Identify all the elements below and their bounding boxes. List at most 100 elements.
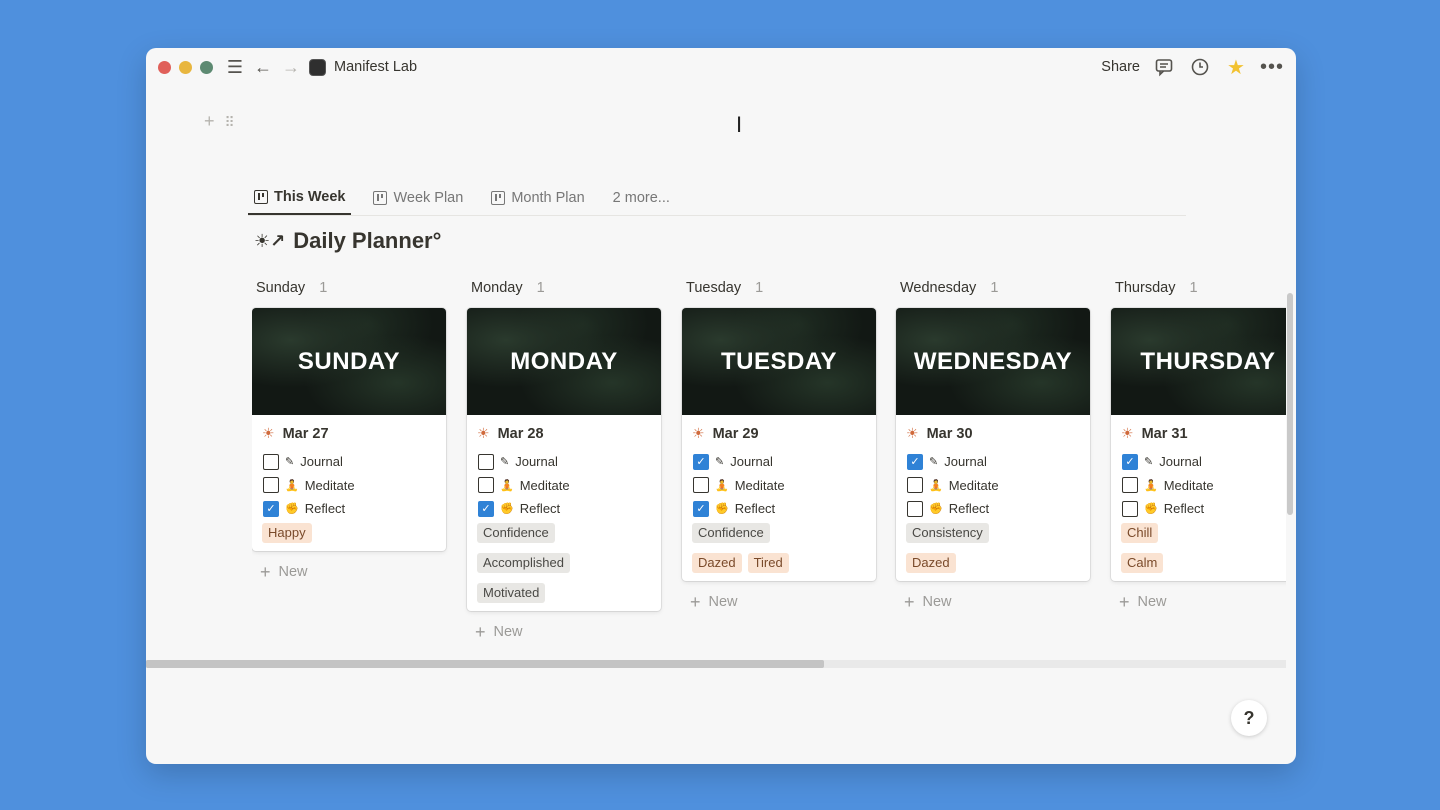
todo-label: Reflect bbox=[948, 501, 990, 517]
tab-label: Month Plan bbox=[511, 189, 585, 206]
mood-tag: Consistency bbox=[906, 522, 989, 543]
planner-card[interactable]: WEDNESDAY ☀ Mar 30 ✓ ✎ Journal 🧘 Meditate ✊ Refle… bbox=[896, 308, 1090, 581]
todo-checkbox[interactable] bbox=[263, 477, 279, 494]
todo-label: Journal bbox=[300, 454, 343, 470]
plus-icon: + bbox=[260, 561, 271, 582]
card-cover: THURSDAY bbox=[1111, 308, 1286, 415]
todo-checkbox[interactable]: ✓ bbox=[1122, 453, 1138, 470]
todo-meditate: 🧘 Meditate bbox=[906, 474, 1080, 498]
todo-label: Meditate bbox=[519, 477, 570, 493]
share-button[interactable]: Share bbox=[1101, 59, 1140, 75]
mood-tag: Confidence bbox=[477, 522, 555, 543]
card-date-text: Mar 27 bbox=[282, 425, 329, 442]
card-cover: MONDAY bbox=[467, 308, 661, 415]
todo-label: Journal bbox=[730, 454, 773, 470]
planner-card[interactable]: SUNDAY ☀ Mar 27 ✎ Journal 🧘 Meditate ✓ ✊ Reflect H… bbox=[252, 308, 446, 551]
back-arrow-icon[interactable]: ← bbox=[251, 55, 275, 79]
column-header: Sunday 1 bbox=[252, 276, 446, 300]
todo-checkbox[interactable]: ✓ bbox=[263, 500, 279, 517]
todo-checkbox[interactable] bbox=[263, 453, 279, 470]
breadcrumb[interactable]: Manifest Lab bbox=[309, 58, 417, 76]
plus-icon: + bbox=[690, 591, 701, 612]
star-icon[interactable]: ★ bbox=[1224, 55, 1248, 79]
tab-2[interactable]: Month Plan bbox=[485, 180, 590, 215]
add-new-card-button[interactable]: + New bbox=[467, 623, 661, 641]
todo-checkbox[interactable] bbox=[693, 477, 709, 494]
column-count: 1 bbox=[536, 280, 545, 296]
todo-checkbox[interactable]: ✓ bbox=[907, 453, 923, 470]
forward-arrow-icon[interactable]: → bbox=[279, 55, 303, 79]
todo-checkbox[interactable] bbox=[907, 500, 923, 517]
add-new-card-button[interactable]: + New bbox=[1111, 593, 1286, 611]
card-date-text: Mar 31 bbox=[1141, 425, 1188, 442]
zoom-window-button[interactable] bbox=[200, 60, 213, 74]
card-date-text: Mar 30 bbox=[926, 425, 973, 442]
board-view-icon bbox=[491, 190, 506, 205]
tab-3[interactable]: 2 more... bbox=[607, 180, 676, 215]
card-date: ☀ Mar 31 bbox=[1121, 425, 1286, 442]
todo-checkbox[interactable] bbox=[478, 477, 494, 494]
card-body: ☀ Mar 30 ✓ ✎ Journal 🧘 Meditate ✊ Reflect Consist… bbox=[896, 415, 1090, 581]
horizontal-scrollbar-thumb[interactable] bbox=[146, 660, 824, 668]
new-label: New bbox=[1137, 593, 1167, 610]
mood-tags: Confidence Accomplished Motivated bbox=[477, 522, 651, 603]
card-date-text: Mar 29 bbox=[712, 425, 759, 442]
todo-reflect: ✓ ✊ Reflect bbox=[477, 497, 651, 521]
column-name: Sunday bbox=[256, 280, 306, 296]
mood-tag: Accomplished bbox=[477, 552, 570, 573]
sun-icon: ☀ bbox=[477, 425, 490, 441]
meditate-icon: 🧘 bbox=[929, 479, 943, 492]
mood-tag: Chill bbox=[1121, 522, 1159, 543]
column-count: 1 bbox=[755, 280, 764, 296]
help-button[interactable]: ? bbox=[1231, 700, 1267, 736]
add-new-card-button[interactable]: + New bbox=[682, 593, 876, 611]
tab-1[interactable]: Week Plan bbox=[367, 180, 469, 215]
horizontal-scrollbar[interactable] bbox=[146, 660, 1286, 668]
reflect-icon: ✊ bbox=[715, 503, 729, 516]
todo-reflect: ✊ Reflect bbox=[1121, 497, 1286, 521]
vertical-scrollbar[interactable] bbox=[1287, 293, 1293, 515]
todo-journal: ✎ Journal bbox=[262, 450, 436, 474]
planner-card[interactable]: MONDAY ☀ Mar 28 ✎ Journal 🧘 Meditate ✓ ✊ Reflect C… bbox=[467, 308, 661, 611]
add-new-card-button[interactable]: + New bbox=[896, 593, 1090, 611]
close-window-button[interactable] bbox=[158, 60, 171, 74]
reflect-icon: ✊ bbox=[929, 503, 943, 516]
plus-icon: + bbox=[904, 591, 915, 612]
add-block-icon[interactable]: + bbox=[204, 111, 215, 133]
todo-checkbox[interactable] bbox=[1122, 500, 1138, 517]
todo-label: Journal bbox=[944, 454, 987, 470]
todo-checkbox[interactable]: ✓ bbox=[693, 500, 709, 517]
todo-checkbox[interactable]: ✓ bbox=[478, 500, 494, 517]
comment-icon[interactable] bbox=[1152, 55, 1176, 79]
todo-checkbox[interactable] bbox=[1122, 477, 1138, 494]
column-count: 1 bbox=[319, 280, 328, 296]
todo-checkbox[interactable]: ✓ bbox=[693, 453, 709, 470]
todo-checkbox[interactable] bbox=[907, 477, 923, 494]
todo-journal: ✓ ✎ Journal bbox=[692, 450, 866, 474]
todo-meditate: 🧘 Meditate bbox=[262, 474, 436, 498]
page-icon bbox=[309, 58, 326, 76]
todo-checkbox[interactable] bbox=[478, 453, 494, 470]
card-date: ☀ Mar 28 bbox=[477, 425, 651, 442]
board-column-thursday: Thursday 1 THURSDAY ☀ Mar 31 ✓ ✎ Journal 🧘 Medita… bbox=[1111, 276, 1286, 611]
board-column-sunday: Sunday 1 SUNDAY ☀ Mar 27 ✎ Journal 🧘 Meditate ✓ ✊ R… bbox=[252, 276, 446, 581]
planner-card[interactable]: THURSDAY ☀ Mar 31 ✓ ✎ Journal 🧘 Meditate ✊ Reflec… bbox=[1111, 308, 1286, 581]
drag-handle-icon[interactable]: ⠿ bbox=[225, 111, 235, 133]
sun-icon: ☀ bbox=[906, 425, 919, 441]
meditate-icon: 🧘 bbox=[285, 479, 299, 492]
app-window: ☰ ← → Manifest Lab Share ★ ••• + ⠿ I Thi… bbox=[146, 48, 1296, 764]
more-icon[interactable]: ••• bbox=[1260, 55, 1284, 79]
mood-tag: Calm bbox=[1121, 552, 1164, 573]
card-date: ☀ Mar 29 bbox=[692, 425, 866, 442]
mood-tags: Happy bbox=[262, 522, 436, 543]
minimize-window-button[interactable] bbox=[179, 60, 192, 74]
menu-icon[interactable]: ☰ bbox=[223, 55, 247, 79]
tab-0[interactable]: This Week bbox=[248, 180, 352, 215]
sun-arrow-icon: ☀︎↗ bbox=[254, 230, 286, 251]
mood-tag: Motivated bbox=[477, 582, 546, 603]
new-label: New bbox=[278, 563, 308, 580]
planner-card[interactable]: TUESDAY ☀ Mar 29 ✓ ✎ Journal 🧘 Meditate ✓ ✊ Reflec… bbox=[682, 308, 876, 581]
sun-icon: ☀ bbox=[1121, 425, 1134, 441]
clock-icon[interactable] bbox=[1188, 55, 1212, 79]
add-new-card-button[interactable]: + New bbox=[252, 563, 446, 581]
